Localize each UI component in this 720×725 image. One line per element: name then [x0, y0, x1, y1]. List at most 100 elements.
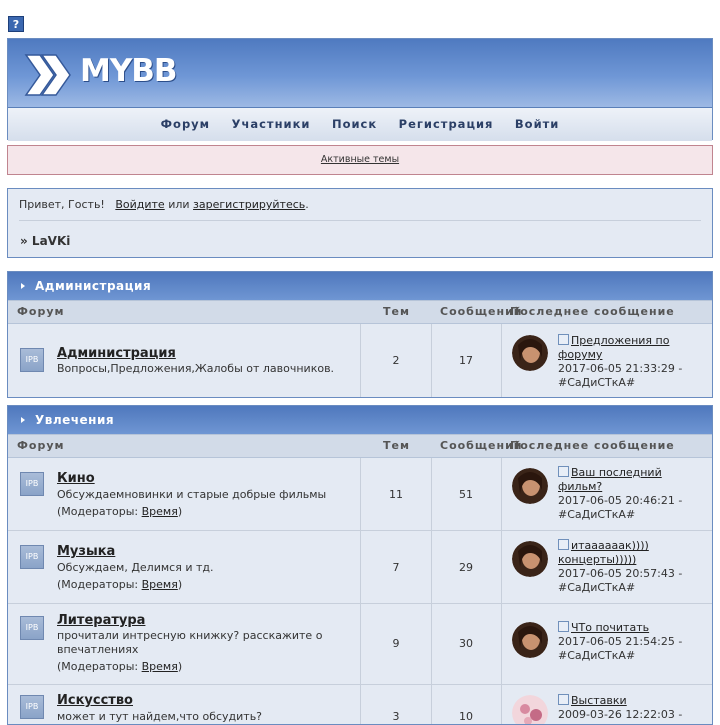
- nav-login[interactable]: Войти: [515, 117, 559, 131]
- avatar[interactable]: [512, 622, 548, 658]
- last-post: итаааааак)))) концерты))))) 2017-06-05 2…: [558, 539, 708, 595]
- main-nav: Форум Участники Поиск Регистрация Войти: [8, 108, 712, 141]
- topics-count: 2: [392, 354, 400, 367]
- logo-text[interactable]: MYBB: [80, 53, 178, 89]
- forum-icon: IPB: [20, 348, 44, 372]
- cell-divider: [501, 685, 502, 724]
- posts-count: 29: [459, 561, 473, 574]
- forum-name[interactable]: Литература: [57, 613, 145, 628]
- col-topics: Тем: [383, 305, 410, 318]
- avatar[interactable]: [512, 468, 548, 504]
- forum-icon: IPB: [20, 545, 44, 569]
- cell-divider: [360, 324, 361, 397]
- avatar[interactable]: [512, 541, 548, 577]
- col-topics: Тем: [383, 439, 410, 452]
- last-post-user[interactable]: #СаДиСТкА#: [558, 649, 635, 662]
- last-post-user[interactable]: #СаДиСТкА#: [558, 508, 635, 521]
- forum-moderators: (Модераторы: Время): [57, 660, 183, 673]
- last-post-date: 2017-06-05 20:57:43 -: [558, 567, 683, 580]
- category-administration: Администрация Форум Тем Сообщений Послед…: [7, 271, 713, 398]
- greeting-text: Привет, Гость!: [19, 198, 105, 211]
- cell-divider: [431, 531, 432, 603]
- nav-members[interactable]: Участники: [232, 117, 311, 131]
- cell-divider: [501, 324, 502, 397]
- post-icon: [558, 539, 569, 550]
- cell-divider: [360, 685, 361, 724]
- last-post-link[interactable]: Предложения по форуму: [558, 334, 669, 361]
- cell-divider: [360, 531, 361, 603]
- forum-row: IPB Администрация Вопросы,Предложения,Жа…: [8, 324, 712, 397]
- forum-name[interactable]: Администрация: [57, 346, 176, 361]
- moderator-link[interactable]: Время: [142, 660, 178, 673]
- nav-register[interactable]: Регистрация: [399, 117, 494, 131]
- category-header[interactable]: Увлечения: [8, 406, 712, 434]
- cell-divider: [431, 604, 432, 684]
- moderator-link[interactable]: Время: [142, 505, 178, 518]
- moderators-label: (Модераторы:: [57, 578, 142, 591]
- last-post-link[interactable]: итаааааак)))) концерты))))): [558, 539, 649, 566]
- cell-divider: [501, 531, 502, 603]
- column-header: Форум Тем Сообщений Последнее сообщение: [8, 300, 712, 324]
- cell-divider: [501, 604, 502, 684]
- moderator-link[interactable]: Время: [142, 578, 178, 591]
- site-header: MYBB Форум Участники Поиск Регистрация В…: [7, 38, 713, 141]
- cell-divider: [501, 458, 502, 530]
- last-post: ЧТо почитать 2017-06-05 21:54:25 - #СаДи…: [558, 621, 708, 663]
- post-icon: [558, 694, 569, 705]
- forum-name[interactable]: Музыка: [57, 544, 115, 559]
- col-last-post: Последнее сообщение: [510, 305, 675, 318]
- posts-count: 17: [459, 354, 473, 367]
- posts-count: 30: [459, 637, 473, 650]
- cell-divider: [431, 685, 432, 724]
- category-hobbies: Увлечения Форум Тем Сообщений Последнее …: [7, 405, 713, 725]
- forum-description: Вопросы,Предложения,Жалобы от лавочников…: [57, 362, 335, 375]
- or-text: или: [168, 198, 190, 211]
- post-icon: [558, 621, 569, 632]
- cell-divider: [360, 458, 361, 530]
- login-link[interactable]: Войдите: [115, 198, 164, 211]
- column-header: Форум Тем Сообщений Последнее сообщение: [8, 434, 712, 458]
- last-post: Выставки 2009-03-26 12:22:03 -: [558, 694, 708, 722]
- col-forum: Форум: [17, 305, 65, 318]
- forum-row: IPB Кино Обсуждаемновинки и старые добры…: [8, 458, 712, 531]
- welcome-line: Привет, Гость! Войдите или зарегистрируй…: [19, 198, 309, 211]
- avatar[interactable]: [512, 335, 548, 371]
- last-post-user[interactable]: #СаДиСТкА#: [558, 581, 635, 594]
- header-banner: MYBB: [8, 39, 712, 108]
- last-post-link[interactable]: Ваш последний фильм?: [558, 466, 662, 493]
- cell-divider: [431, 458, 432, 530]
- forum-description: Обсуждаемновинки и старые добрые фильмы: [57, 488, 327, 501]
- category-header[interactable]: Администрация: [8, 272, 712, 300]
- last-post-user[interactable]: #СаДиСТкА#: [558, 376, 635, 389]
- forum-moderators: (Модераторы: Время): [57, 505, 183, 518]
- forum-moderators: (Модераторы: Время): [57, 578, 183, 591]
- avatar[interactable]: [512, 695, 548, 724]
- moderators-label: (Модераторы:: [57, 660, 142, 673]
- forum-icon: IPB: [20, 472, 44, 496]
- last-post-link[interactable]: Выставки: [571, 694, 627, 707]
- moderators-label: (Модераторы:: [57, 505, 142, 518]
- post-icon: [558, 334, 569, 345]
- forum-icon: IPB: [20, 616, 44, 640]
- active-topics-link[interactable]: Активные темы: [321, 154, 399, 165]
- breadcrumb[interactable]: » LaVKi: [20, 234, 70, 248]
- register-link[interactable]: зарегистрируйтесь: [193, 198, 305, 211]
- posts-count: 51: [459, 488, 473, 501]
- nav-forum[interactable]: Форум: [161, 117, 210, 131]
- last-post-link[interactable]: ЧТо почитать: [571, 621, 649, 634]
- forum-description: Обсуждаем, Делимся и тд.: [57, 561, 214, 574]
- forum-name[interactable]: Кино: [57, 471, 95, 486]
- collapse-arrow-icon[interactable]: [21, 417, 25, 423]
- topics-count: 3: [392, 710, 400, 723]
- welcome-box: Привет, Гость! Войдите или зарегистрируй…: [7, 188, 713, 258]
- period-text: .: [305, 198, 309, 211]
- announcement-bar: Активные темы: [7, 145, 713, 175]
- nav-search[interactable]: Поиск: [332, 117, 377, 131]
- help-icon[interactable]: ?: [8, 16, 24, 32]
- forum-name[interactable]: Искусство: [57, 693, 133, 708]
- forum-row: IPB Искусство может и тут найдем,что обс…: [8, 685, 712, 724]
- topics-count: 11: [389, 488, 403, 501]
- collapse-arrow-icon[interactable]: [21, 283, 25, 289]
- cell-divider: [360, 604, 361, 684]
- forum-description: прочитали интресную книжку? расскажите о…: [57, 629, 323, 656]
